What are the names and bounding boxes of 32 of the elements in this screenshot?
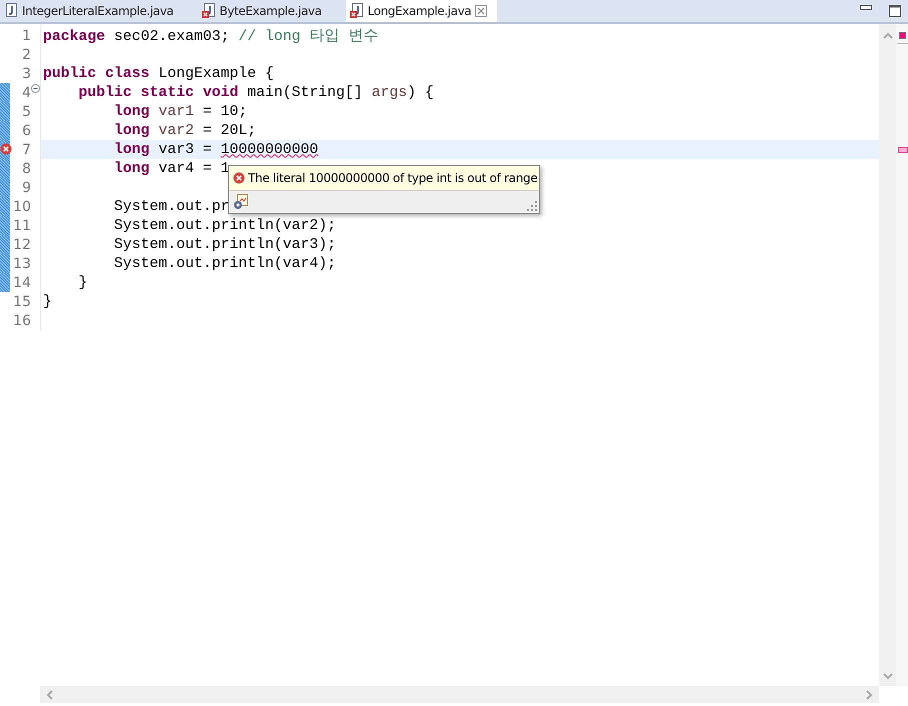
code-line: } [78,274,88,290]
code-line: } [43,294,52,310]
line-number: 8 [21,160,31,176]
line-number: 4 [21,84,31,100]
line-number: 7 [21,142,31,158]
line-number: 9 [21,180,31,196]
line-number: 6 [21,122,31,138]
line-number: 1 [21,28,31,44]
editor-tab[interactable]: ByteExample.java [198,0,332,22]
line-number: 12 [12,236,31,252]
code-line: public class LongExample { [43,66,274,82]
code-line: public static void main(String[] args) { [78,84,434,100]
line-number: 15 [12,294,31,310]
code-line: System.out.pr [113,198,230,214]
editor-tab[interactable]: LongExample.java [346,0,498,22]
code-line: long var3 = 10000000000 [113,142,318,158]
code-line: System.out.println(var3); [113,236,336,252]
code-line: System.out.println(var4); [113,256,336,272]
code-line: long var2 = 20L; [113,122,256,138]
line-number: 16 [12,312,31,328]
line-number: 13 [12,256,31,272]
line-number: 3 [21,66,31,82]
line-number: 2 [21,46,31,62]
line-number: 14 [12,274,31,290]
code-line: long var1 = 10; [113,104,248,120]
code-line: package sec02.exam03; // long 타입 변수 [43,28,378,45]
editor-tab[interactable]: IntegerLiteralExample.java [0,0,184,22]
line-number: 5 [21,104,31,120]
line-number: 11 [12,218,31,234]
code-line: System.out.println(var2); [113,218,336,234]
line-number: 10 [12,198,31,214]
error-message: The literal 10000000000 of type int is out of range [248,171,538,185]
